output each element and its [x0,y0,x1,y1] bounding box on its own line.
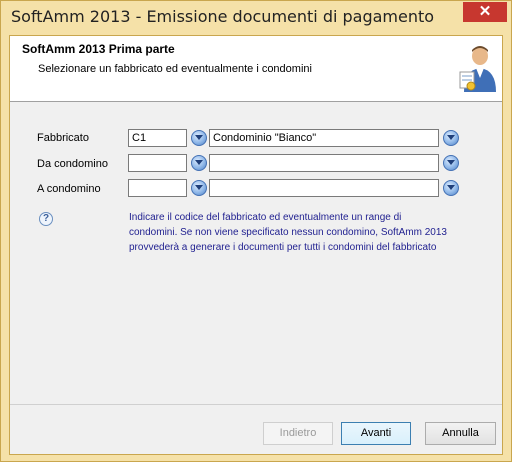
a-condominio-name-dropdown-icon[interactable] [443,180,459,196]
fabbricato-name-dropdown-icon[interactable] [443,130,459,146]
header-subtitle: Selezionare un fabbricato ed eventualmen… [38,63,312,75]
close-button[interactable]: ✕ [463,2,507,22]
next-button[interactable]: Avanti [341,422,411,445]
back-button[interactable]: Indietro [263,422,333,445]
a-condominio-code-dropdown-icon[interactable] [191,180,207,196]
header-title: SoftAmm 2013 Prima parte [22,42,175,56]
fabbricato-code-input[interactable]: C1 [128,129,187,147]
dialog-window: SoftAmm 2013 - Emissione documenti di pa… [0,0,512,462]
fabbricato-code-dropdown-icon[interactable] [191,130,207,146]
da-condominio-label: Da condomino [37,158,108,170]
da-condominio-code-input[interactable] [128,154,187,172]
window-title: SoftAmm 2013 - Emissione documenti di pa… [11,7,435,26]
da-condominio-code-dropdown-icon[interactable] [191,155,207,171]
user-wizard-icon [459,46,496,92]
question-icon: ? [39,212,53,226]
a-condominio-code-input[interactable] [128,179,187,197]
da-condominio-name-input[interactable] [209,154,439,172]
a-condominio-label: A condomino [37,183,101,195]
title-bar[interactable]: SoftAmm 2013 - Emissione documenti di pa… [1,1,511,35]
footer-divider [10,404,502,405]
da-condominio-name-dropdown-icon[interactable] [443,155,459,171]
cancel-button[interactable]: Annulla [425,422,496,445]
wizard-panel: SoftAmm 2013 Prima parte Selezionare un … [9,35,503,455]
fabbricato-name-input[interactable]: Condominio "Bianco" [209,129,439,147]
help-text: Indicare il codice del fabbricato ed eve… [129,212,447,253]
a-condominio-name-input[interactable] [209,179,439,197]
fabbricato-label: Fabbricato [37,132,89,144]
wizard-header: SoftAmm 2013 Prima parte Selezionare un … [10,36,502,102]
